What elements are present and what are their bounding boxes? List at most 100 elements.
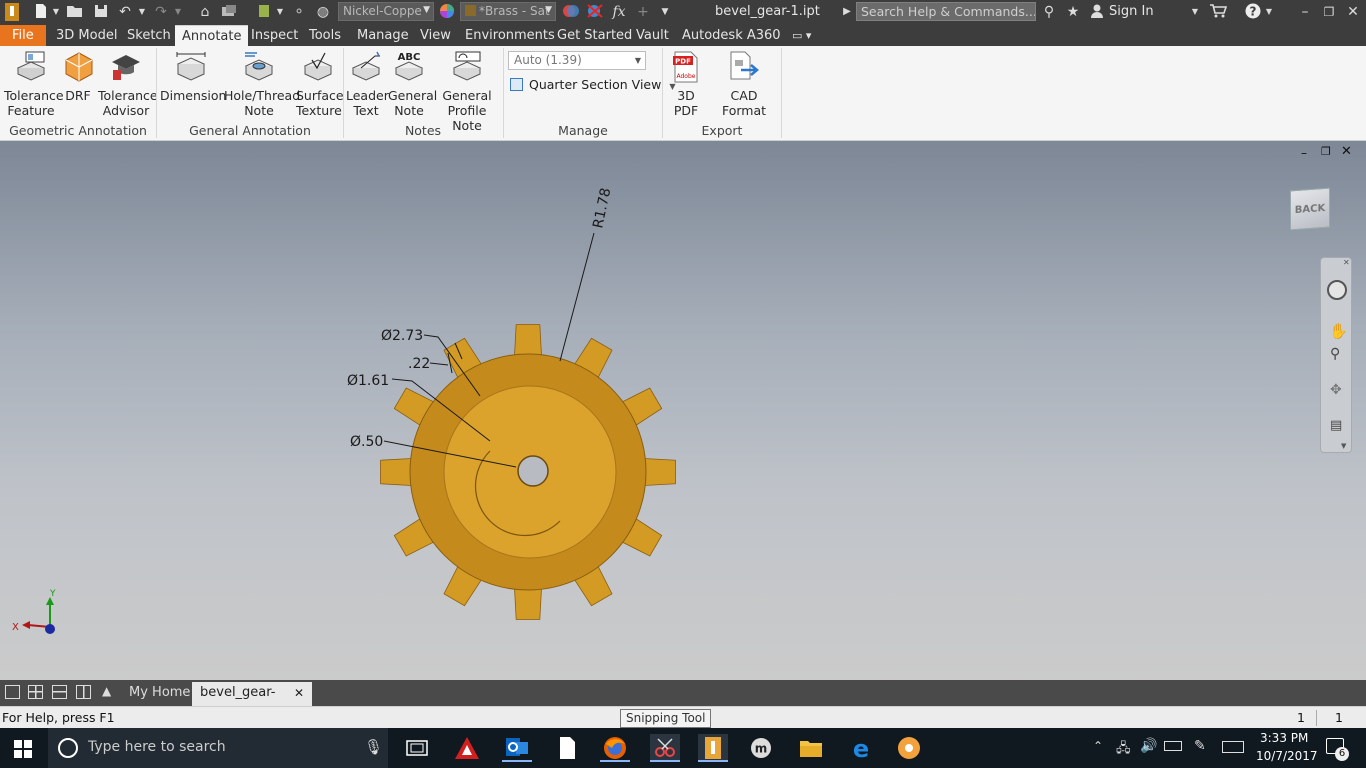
3d-pdf-button[interactable]: PDF Adobe 3D PDF bbox=[666, 50, 706, 118]
plus-icon[interactable]: + bbox=[634, 3, 652, 21]
pen-tray-icon[interactable]: ✎ bbox=[1194, 738, 1206, 754]
tab-bevel-gear[interactable]: bevel_gear-1.ipt ✕ bbox=[192, 682, 312, 722]
tab-get-started[interactable]: Get Started bbox=[557, 25, 632, 46]
user-icon[interactable] bbox=[1088, 3, 1106, 21]
tile-columns-icon[interactable] bbox=[76, 685, 91, 699]
microphone-icon[interactable]: 🎙 bbox=[364, 738, 383, 756]
tile-rows-icon[interactable] bbox=[52, 685, 67, 699]
customize-dropdown-icon[interactable]: ▼ bbox=[656, 3, 674, 21]
surface-texture-button[interactable]: Surface Texture bbox=[296, 50, 344, 118]
restore-icon[interactable]: ❐ bbox=[1320, 3, 1338, 21]
outlook-taskbar-icon[interactable] bbox=[502, 734, 532, 762]
select-icon[interactable] bbox=[256, 3, 274, 21]
pan-hand-icon[interactable]: ✋ bbox=[1329, 322, 1348, 340]
tab-file[interactable]: File bbox=[0, 25, 46, 46]
tab-3d-model[interactable]: 3D Model bbox=[56, 25, 117, 46]
general-note-button[interactable]: ABC General Note bbox=[388, 50, 437, 118]
makerbot-taskbar-icon[interactable]: m bbox=[746, 734, 776, 762]
network-tray-icon[interactable]: 🖧 bbox=[1116, 739, 1131, 761]
file-document-taskbar-icon[interactable] bbox=[552, 734, 582, 762]
navbar-close-icon[interactable]: ✕ bbox=[1343, 258, 1350, 267]
material-combo[interactable]: Nickel-Coppe ▼ bbox=[338, 2, 434, 21]
tolerance-advisor-button[interactable]: Tolerance Advisor bbox=[98, 50, 158, 118]
show-tabs-arrow-icon[interactable]: ▲ bbox=[102, 684, 111, 698]
new-file-icon[interactable] bbox=[32, 3, 50, 21]
viewport-close-icon[interactable]: ✕ bbox=[1341, 144, 1352, 159]
color-wheel-icon[interactable] bbox=[438, 3, 456, 21]
edge-taskbar-icon[interactable]: e bbox=[846, 734, 876, 763]
zoom-icon[interactable]: ⚲ bbox=[1330, 346, 1340, 362]
task-view-icon[interactable] bbox=[402, 734, 432, 762]
file-explorer-taskbar-icon[interactable] bbox=[796, 734, 826, 762]
minimize-icon[interactable]: – bbox=[1296, 3, 1314, 21]
tab-my-home[interactable]: My Home bbox=[121, 682, 198, 706]
tab-sketch[interactable]: Sketch bbox=[127, 25, 171, 46]
look-at-icon[interactable]: ▤ bbox=[1330, 418, 1342, 433]
viewport-minimize-icon[interactable]: – bbox=[1301, 146, 1307, 160]
chevron-down-icon[interactable]: ▼ bbox=[52, 3, 60, 21]
navbar-chevron-down-icon[interactable]: ▼ bbox=[1341, 442, 1346, 450]
general-profile-note-button[interactable]: General Profile Note bbox=[432, 50, 502, 133]
clock-time[interactable]: 3:33 PM bbox=[1260, 731, 1308, 745]
close-icon[interactable]: ✕ bbox=[1344, 3, 1362, 21]
redo-icon[interactable]: ↷ bbox=[152, 3, 170, 21]
firefox-taskbar-icon[interactable] bbox=[600, 734, 630, 762]
leader-text-button[interactable]: Leader Text bbox=[346, 50, 389, 118]
taskbar-search-box[interactable]: Type here to search 🎙 bbox=[48, 728, 388, 768]
ribbon-display-toggle-icon[interactable]: ▭ ▾ bbox=[792, 25, 811, 46]
chevron-down-icon[interactable]: ▼ bbox=[1264, 3, 1274, 21]
sign-in-link[interactable]: Sign In bbox=[1109, 4, 1154, 19]
scale-combo[interactable]: Auto (1.39) ▼ bbox=[508, 51, 646, 70]
expand-search-icon[interactable]: ▶ bbox=[842, 3, 852, 21]
adjust-appearance-icon[interactable] bbox=[562, 3, 580, 21]
orbit-icon[interactable]: ✥ bbox=[1330, 382, 1342, 398]
battery-tray-icon[interactable] bbox=[1164, 741, 1182, 751]
start-windows-icon[interactable] bbox=[14, 740, 32, 758]
save-icon[interactable] bbox=[92, 3, 110, 21]
dimension-label-r178[interactable]: R1.78 bbox=[590, 186, 614, 229]
tile-horizontal-icon[interactable] bbox=[5, 685, 20, 699]
graphics-viewport[interactable]: Ø2.73 .22 Ø1.61 Ø.50 R1.78 X Y – ❐ ✕ BAC… bbox=[0, 141, 1366, 680]
appearance-combo[interactable]: *Brass - Sat ▼ bbox=[460, 2, 556, 21]
tab-annotate[interactable]: Annotate bbox=[175, 25, 249, 46]
tab-view[interactable]: View bbox=[420, 25, 451, 46]
tab-vault[interactable]: Vault bbox=[636, 25, 669, 46]
cad-format-button[interactable]: CAD Format bbox=[710, 50, 778, 118]
home-icon[interactable]: ⌂ bbox=[196, 3, 214, 21]
network-icon[interactable]: ⚬ bbox=[290, 3, 308, 21]
open-folder-icon[interactable] bbox=[66, 3, 84, 21]
appearance-sphere-icon[interactable]: ◍ bbox=[314, 3, 332, 21]
clear-appearance-icon[interactable] bbox=[586, 3, 604, 21]
dimension-button[interactable]: Dimension bbox=[160, 50, 226, 103]
tolerance-feature-button[interactable]: Tolerance Feature bbox=[4, 50, 64, 118]
viewcube[interactable]: BACK bbox=[1290, 187, 1330, 231]
tab-tools[interactable]: Tools bbox=[309, 25, 341, 46]
search-help-input[interactable]: Search Help & Commands... bbox=[856, 2, 1036, 21]
cart-icon[interactable] bbox=[1209, 3, 1228, 21]
hole-thread-note-button[interactable]: Hole/Thread Note bbox=[224, 50, 300, 118]
chevron-down-icon[interactable]: ▼ bbox=[276, 3, 284, 21]
dimension-label-022[interactable]: .22 bbox=[408, 356, 430, 372]
section-view-button[interactable]: Quarter Section View ▼ bbox=[510, 76, 675, 94]
tab-autodesk-a360[interactable]: Autodesk A360 bbox=[682, 25, 781, 46]
tab-inspect[interactable]: Inspect bbox=[251, 25, 298, 46]
favorites-star-icon[interactable]: ★ bbox=[1064, 3, 1082, 21]
inventor-taskbar-icon[interactable] bbox=[698, 734, 728, 762]
tile-grid-icon[interactable] bbox=[28, 685, 43, 699]
chevron-down-icon[interactable]: ▼ bbox=[138, 3, 146, 21]
dimension-label-d161[interactable]: Ø1.61 bbox=[347, 373, 389, 389]
drf-button[interactable]: DRF bbox=[62, 50, 94, 103]
steering-wheel-icon[interactable] bbox=[1327, 280, 1347, 300]
dimension-label-d050[interactable]: Ø.50 bbox=[350, 434, 383, 450]
snipping-tool-taskbar-icon[interactable] bbox=[650, 734, 680, 762]
inventor-app-icon[interactable] bbox=[4, 2, 20, 22]
dimension-label-d273[interactable]: Ø2.73 bbox=[381, 328, 423, 344]
help-icon[interactable]: ? bbox=[1244, 3, 1262, 21]
close-tab-icon[interactable]: ✕ bbox=[294, 682, 304, 704]
undo-icon[interactable]: ↶ bbox=[116, 3, 134, 21]
tab-manage[interactable]: Manage bbox=[357, 25, 409, 46]
show-hidden-icons-icon[interactable]: ⌃ bbox=[1093, 739, 1103, 753]
model-canvas[interactable]: Ø2.73 .22 Ø1.61 Ø.50 R1.78 X Y bbox=[0, 141, 1366, 680]
viewport-restore-icon[interactable]: ❐ bbox=[1321, 145, 1331, 158]
fx-parameters-icon[interactable]: fx bbox=[610, 3, 628, 21]
